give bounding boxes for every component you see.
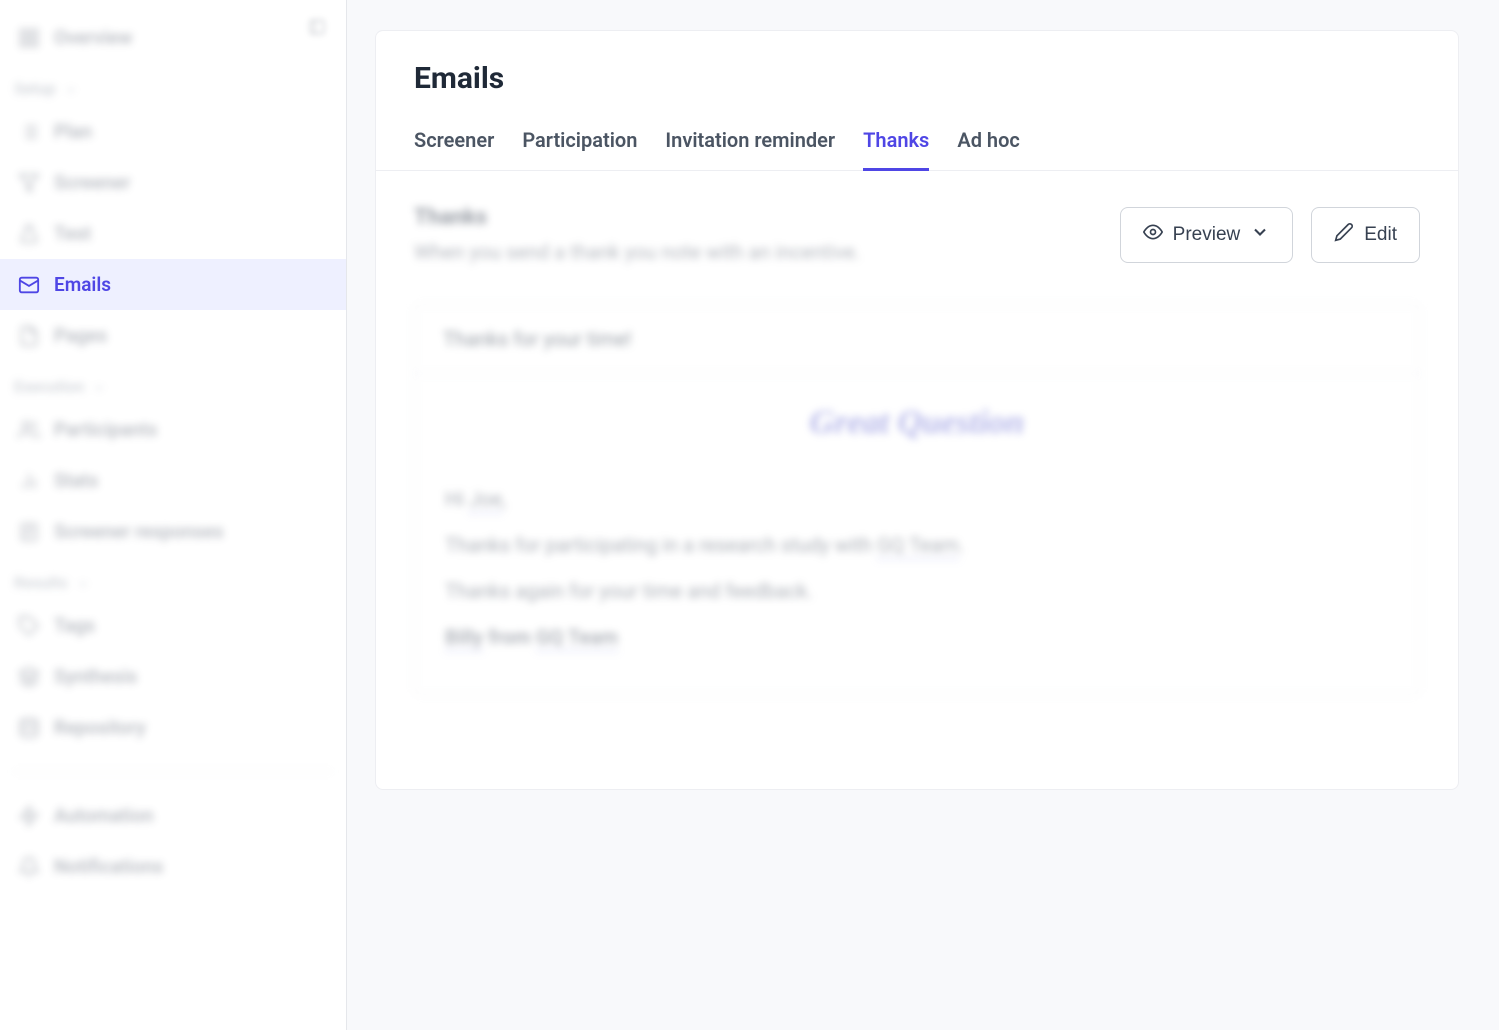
- sidebar-item-plan[interactable]: Plan: [0, 106, 346, 157]
- token-sender-name: Billy: [445, 625, 483, 652]
- email-brand: Great Question: [415, 374, 1419, 458]
- list-icon: [18, 121, 40, 143]
- sidebar-item-label: Automation: [54, 804, 153, 827]
- sidebar-item-label: Overview: [54, 26, 132, 49]
- preview-button[interactable]: Preview: [1120, 207, 1294, 263]
- users-icon: [18, 419, 40, 441]
- token-recipient-name: Joe: [469, 487, 502, 514]
- button-label: Edit: [1364, 224, 1397, 246]
- chevron-down-icon: [92, 380, 106, 394]
- sidebar-item-label: Emails: [54, 273, 111, 296]
- eye-icon: [1143, 222, 1163, 248]
- sidebar-item-label: Repository: [54, 716, 146, 739]
- sidebar-item-test[interactable]: Test: [0, 208, 346, 259]
- sidebar-section-execution[interactable]: Execution: [0, 361, 346, 404]
- sidebar-item-repository[interactable]: Repository: [0, 702, 346, 753]
- sidebar-item-tags[interactable]: Tags: [0, 600, 346, 651]
- main-content: Emails Screener Participation Invitation…: [347, 0, 1499, 1030]
- zap-icon: [18, 805, 40, 827]
- tab-ad-hoc[interactable]: Ad hoc: [957, 120, 1020, 171]
- panel-header-row: Thanks When you send a thank you note wi…: [414, 205, 1420, 264]
- filter-icon: [18, 172, 40, 194]
- sidebar-item-label: Test: [54, 222, 91, 245]
- email-line-2: Thanks again for your time and feedback.: [445, 572, 1389, 610]
- page-title: Emails: [414, 61, 1420, 96]
- sidebar-item-overview[interactable]: Overview: [0, 12, 346, 63]
- chevron-down-icon: [76, 576, 90, 590]
- panel-actions: Preview Edit: [1120, 207, 1420, 263]
- email-line-1: Thanks for participating in a research s…: [445, 526, 1389, 564]
- clipboard-icon: [18, 521, 40, 543]
- sidebar-item-automation[interactable]: Automation: [0, 790, 346, 841]
- panel-title: Thanks: [414, 205, 860, 230]
- email-subject: Thanks for your time!: [415, 305, 1419, 374]
- sidebar-item-label: Tags: [54, 614, 95, 637]
- tag-icon: [18, 615, 40, 637]
- chevron-down-icon: [1250, 222, 1270, 248]
- sidebar-item-screener[interactable]: Screener: [0, 157, 346, 208]
- sidebar-item-stats[interactable]: Stats: [0, 455, 346, 506]
- database-icon: [18, 717, 40, 739]
- sidebar-item-emails[interactable]: Emails: [0, 259, 346, 310]
- token-team-name: GQ Team: [536, 625, 618, 652]
- flask-icon: [18, 223, 40, 245]
- sidebar-item-notifications[interactable]: Notifications: [0, 841, 346, 892]
- section-label: Setup: [14, 79, 56, 98]
- sidebar-item-label: Screener: [54, 171, 130, 194]
- sidebar: Overview Setup Plan Screener Test Emails: [0, 0, 347, 1030]
- token-team-name: GQ Team: [877, 533, 959, 560]
- sidebar-item-label: Notifications: [54, 855, 163, 878]
- email-greeting: Hi Joe,: [445, 480, 1389, 518]
- sidebar-item-label: Synthesis: [54, 665, 137, 688]
- section-label: Execution: [14, 377, 84, 396]
- sidebar-item-label: Stats: [54, 469, 98, 492]
- tabs: Screener Participation Invitation remind…: [414, 120, 1420, 170]
- sidebar-item-label: Screener responses: [54, 520, 223, 543]
- tab-invitation-reminder[interactable]: Invitation reminder: [665, 120, 835, 171]
- button-label: Preview: [1173, 224, 1241, 246]
- tab-participation[interactable]: Participation: [522, 120, 637, 171]
- email-signature: Billy from GQ Team: [445, 618, 1389, 656]
- sidebar-section-results[interactable]: Results: [0, 557, 346, 600]
- tab-thanks[interactable]: Thanks: [863, 120, 929, 171]
- section-label: Results: [14, 573, 68, 592]
- panel-info: Thanks When you send a thank you note wi…: [414, 205, 860, 264]
- sidebar-item-pages[interactable]: Pages: [0, 310, 346, 361]
- edit-button[interactable]: Edit: [1311, 207, 1420, 263]
- divider: [12, 771, 334, 772]
- file-icon: [18, 325, 40, 347]
- email-body: Hi Joe, Thanks for participating in a re…: [415, 458, 1419, 694]
- sidebar-item-screener-responses[interactable]: Screener responses: [0, 506, 346, 557]
- sidebar-item-participants[interactable]: Participants: [0, 404, 346, 455]
- bell-icon: [18, 856, 40, 878]
- emails-card: Emails Screener Participation Invitation…: [375, 30, 1459, 790]
- dashboard-icon: [18, 27, 40, 49]
- sidebar-section-setup[interactable]: Setup: [0, 63, 346, 106]
- layers-icon: [18, 666, 40, 688]
- sidebar-item-synthesis[interactable]: Synthesis: [0, 651, 346, 702]
- sidebar-item-label: Participants: [54, 418, 157, 441]
- pencil-icon: [1334, 222, 1354, 248]
- sidebar-item-label: Plan: [54, 120, 92, 143]
- card-body: Thanks When you send a thank you note wi…: [376, 171, 1458, 729]
- panel-description: When you send a thank you note with an i…: [414, 240, 860, 264]
- card-header: Emails Screener Participation Invitation…: [376, 31, 1458, 171]
- chart-icon: [18, 470, 40, 492]
- sidebar-item-label: Pages: [54, 324, 107, 347]
- chevron-down-icon: [64, 82, 78, 96]
- email-preview: Thanks for your time! Great Question Hi …: [414, 304, 1420, 695]
- mail-icon: [18, 274, 40, 296]
- tab-screener[interactable]: Screener: [414, 120, 494, 171]
